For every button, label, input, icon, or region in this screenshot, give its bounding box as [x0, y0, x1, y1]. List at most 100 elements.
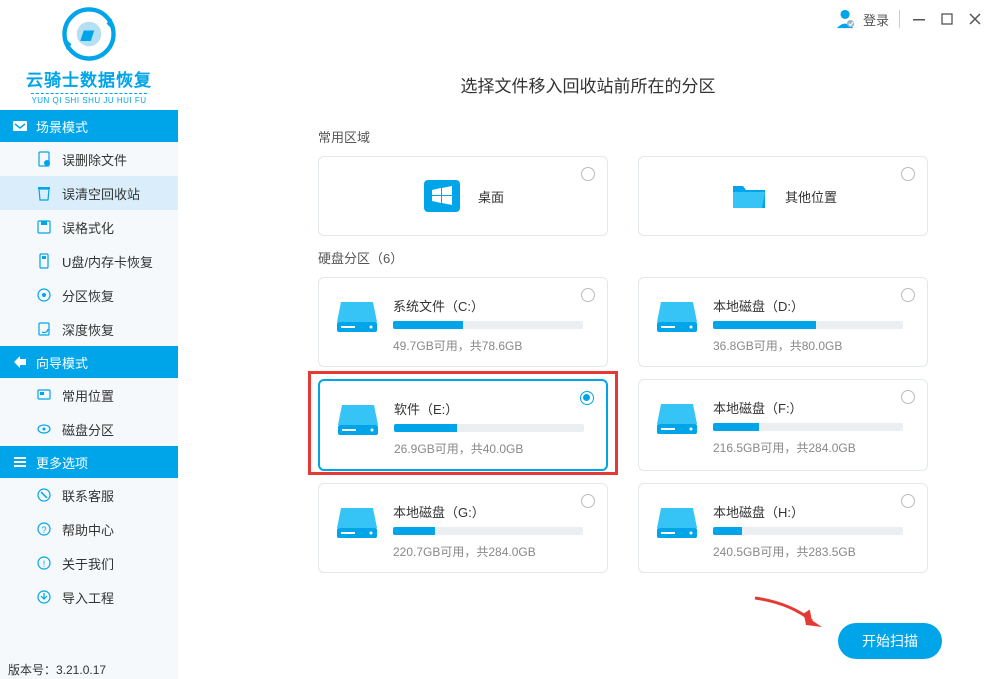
main-panel: 登录 选择文件移入回收站前所在的分区 常用区域 桌面 其他位置 硬盘分区（6） — [178, 0, 998, 679]
sidebar-item-partition[interactable]: 分区恢复 — [0, 278, 178, 312]
sidebar-item-format[interactable]: 误格式化 — [0, 210, 178, 244]
radio-icon — [901, 167, 915, 181]
svg-text:!: ! — [43, 559, 46, 569]
start-scan-button[interactable]: 开始扫描 — [838, 623, 942, 659]
drive-icon — [655, 400, 699, 436]
sidebar-item-help[interactable]: ? 帮助中心 — [0, 512, 178, 546]
menu-label: 关于我们 — [62, 554, 114, 573]
drive-card-f[interactable]: 本地磁盘（F:） 216.5GB可用，共284.0GB — [638, 379, 928, 471]
logo: 云骑士数据恢复 YUN QI SHI SHU JU HUI FU — [0, 0, 178, 110]
svg-text:?: ? — [41, 525, 46, 535]
sidebar-item-contact[interactable]: 联系客服 — [0, 478, 178, 512]
menu-label: U盘/内存卡恢复 — [62, 252, 153, 271]
windows-icon — [422, 176, 462, 216]
drive-card-d[interactable]: 本地磁盘（D:） 36.8GB可用，共80.0GB — [638, 277, 928, 367]
folder-icon — [729, 176, 769, 216]
drive-stat: 36.8GB可用，共80.0GB — [713, 337, 911, 354]
user-icon — [835, 8, 857, 30]
radio-icon — [901, 288, 915, 302]
menu-label: 误格式化 — [62, 218, 114, 237]
card-desktop[interactable]: 桌面 — [318, 156, 608, 236]
drive-icon — [336, 401, 380, 437]
app-subtitle: YUN QI SHI SHU JU HUI FU — [31, 93, 146, 105]
menu-label: 导入工程 — [62, 588, 114, 607]
more-icon — [12, 454, 28, 470]
disk-icon — [36, 421, 52, 437]
drive-name: 本地磁盘（G:） — [393, 502, 591, 521]
deep-icon — [36, 321, 52, 337]
section-label: 场景模式 — [36, 117, 88, 136]
close-button[interactable] — [966, 10, 984, 28]
radio-icon — [580, 391, 594, 405]
section-scene-mode[interactable]: 场景模式 — [0, 110, 178, 142]
usage-bar — [713, 527, 903, 535]
info-icon: ! — [36, 555, 52, 571]
section-disk-label: 硬盘分区（6） — [318, 248, 958, 267]
menu-label: 分区恢复 — [62, 286, 114, 305]
drive-name: 软件（E:） — [394, 399, 590, 418]
sidebar-item-common-location[interactable]: 常用位置 — [0, 378, 178, 412]
phone-icon — [36, 487, 52, 503]
sidebar-item-deleted-files[interactable]: 误删除文件 — [0, 142, 178, 176]
sidebar-item-import[interactable]: 导入工程 — [0, 580, 178, 614]
drive-card-c[interactable]: 系统文件（C:） 49.7GB可用，共78.6GB — [318, 277, 608, 367]
usage-bar — [393, 321, 583, 329]
wizard-icon — [12, 354, 28, 370]
drive-stat: 220.7GB可用，共284.0GB — [393, 543, 591, 560]
drive-name: 本地磁盘（F:） — [713, 398, 911, 417]
page-title: 选择文件移入回收站前所在的分区 — [218, 72, 958, 97]
card-other-location[interactable]: 其他位置 — [638, 156, 928, 236]
section-common-label: 常用区域 — [318, 127, 958, 146]
login-label: 登录 — [863, 10, 889, 29]
drive-name: 本地磁盘（H:） — [713, 502, 911, 521]
drive-icon — [655, 298, 699, 334]
sidebar-item-usb[interactable]: U盘/内存卡恢复 — [0, 244, 178, 278]
card-label: 其他位置 — [785, 187, 837, 206]
radio-icon — [581, 167, 595, 181]
menu-label: 联系客服 — [62, 486, 114, 505]
sidebar-item-about[interactable]: ! 关于我们 — [0, 546, 178, 580]
usage-bar — [713, 321, 903, 329]
login-button[interactable]: 登录 — [835, 8, 889, 30]
trash-icon — [36, 185, 52, 201]
menu-label: 误清空回收站 — [62, 184, 140, 203]
drive-icon — [655, 504, 699, 540]
drive-stat: 49.7GB可用，共78.6GB — [393, 337, 591, 354]
menu-label: 常用位置 — [62, 386, 114, 405]
scene-icon — [12, 118, 28, 134]
location-icon — [36, 387, 52, 403]
menu-label: 误删除文件 — [62, 150, 127, 169]
menu-label: 帮助中心 — [62, 520, 114, 539]
drive-icon — [335, 298, 379, 334]
file-icon — [36, 151, 52, 167]
sidebar-item-recycle-bin[interactable]: 误清空回收站 — [0, 176, 178, 210]
sidebar-item-deep[interactable]: 深度恢复 — [0, 312, 178, 346]
usage-bar — [393, 527, 583, 535]
drive-stat: 216.5GB可用，共284.0GB — [713, 439, 911, 456]
help-icon: ? — [36, 521, 52, 537]
titlebar: 登录 — [835, 8, 984, 30]
minimize-button[interactable] — [910, 10, 928, 28]
version-label: 版本号：3.21.0.17 — [0, 659, 178, 679]
sidebar-item-disk-partition[interactable]: 磁盘分区 — [0, 412, 178, 446]
drive-card-e[interactable]: 软件（E:） 26.9GB可用，共40.0GB — [318, 379, 608, 471]
drive-card-g[interactable]: 本地磁盘（G:） 220.7GB可用，共284.0GB — [318, 483, 608, 573]
divider — [899, 10, 900, 28]
section-wizard-mode[interactable]: 向导模式 — [0, 346, 178, 378]
drive-icon — [335, 504, 379, 540]
section-more-options[interactable]: 更多选项 — [0, 446, 178, 478]
drive-stat: 240.5GB可用，共283.5GB — [713, 543, 911, 560]
usb-icon — [36, 253, 52, 269]
maximize-button[interactable] — [938, 10, 956, 28]
arrow-annotation — [750, 593, 830, 633]
drive-name: 本地磁盘（D:） — [713, 296, 911, 315]
drive-card-h[interactable]: 本地磁盘（H:） 240.5GB可用，共283.5GB — [638, 483, 928, 573]
radio-icon — [581, 288, 595, 302]
format-icon — [36, 219, 52, 235]
usage-bar — [394, 424, 584, 432]
radio-icon — [901, 494, 915, 508]
section-label: 向导模式 — [36, 353, 88, 372]
import-icon — [36, 589, 52, 605]
menu-label: 磁盘分区 — [62, 420, 114, 439]
menu-label: 深度恢复 — [62, 320, 114, 339]
